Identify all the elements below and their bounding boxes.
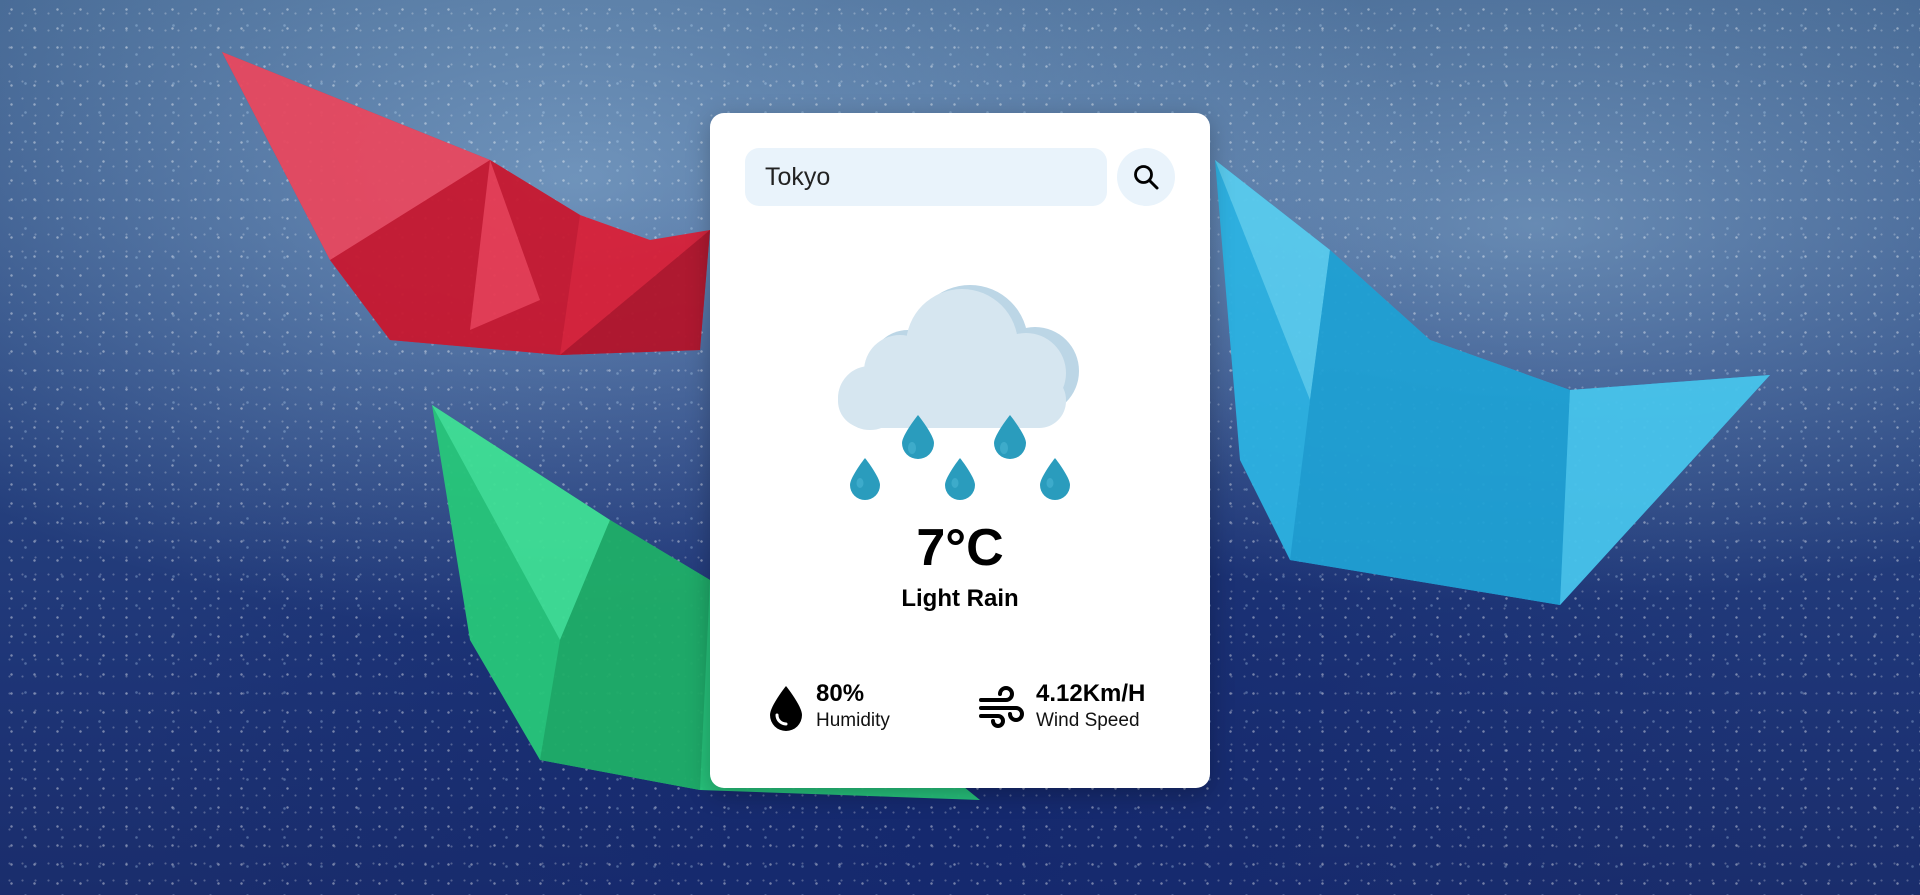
weather-description: Light Rain xyxy=(901,585,1019,612)
humidity-value: 80% xyxy=(816,680,865,707)
temperature: 7°C xyxy=(916,519,1004,577)
wind-stat: 4.12Km/H Wind Speed xyxy=(978,678,1188,738)
wind-icon xyxy=(979,686,1024,728)
humidity-stat: 80% Humidity xyxy=(768,678,938,738)
rain-cloud-icon xyxy=(838,285,1079,500)
humidity-label: Humidity xyxy=(816,710,890,731)
search-button[interactable] xyxy=(1117,148,1175,206)
blue-paper-boat xyxy=(1215,160,1770,605)
search-icon xyxy=(1134,165,1159,190)
red-paper-boat xyxy=(222,52,710,355)
wind-speed-label: Wind Speed xyxy=(1036,710,1140,731)
weather-card: 7°C Light Rain 80% Humidity 4.12Km/H Win… xyxy=(710,113,1210,788)
wind-speed-value: 4.12Km/H xyxy=(1036,680,1146,707)
water-drop-icon xyxy=(770,686,802,731)
city-search-input[interactable] xyxy=(745,148,1107,206)
